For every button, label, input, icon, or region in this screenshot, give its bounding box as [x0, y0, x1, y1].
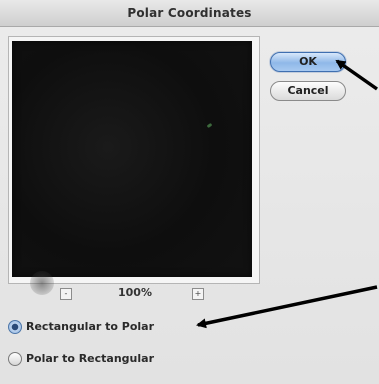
- preview-image[interactable]: [12, 41, 252, 295]
- ok-button[interactable]: OK: [270, 52, 346, 72]
- title-bar: Polar Coordinates: [0, 0, 379, 27]
- zoom-out-button[interactable]: -: [60, 288, 72, 300]
- cancel-button[interactable]: Cancel: [270, 81, 346, 101]
- zoom-controls: - 100% +: [0, 286, 270, 304]
- preview-speck: [206, 122, 213, 129]
- polar-coordinates-dialog: Polar Coordinates OK Cancel - 100% + Rec…: [0, 0, 379, 384]
- option-label: Polar to Rectangular: [26, 352, 154, 365]
- zoom-level: 100%: [118, 286, 152, 299]
- option-label: Rectangular to Polar: [26, 320, 154, 333]
- zoom-in-button[interactable]: +: [192, 288, 204, 300]
- dialog-title: Polar Coordinates: [127, 6, 252, 20]
- radio-button-polar-to-rectangular[interactable]: [8, 352, 22, 366]
- radio-button-rectangular-to-polar[interactable]: [8, 320, 22, 334]
